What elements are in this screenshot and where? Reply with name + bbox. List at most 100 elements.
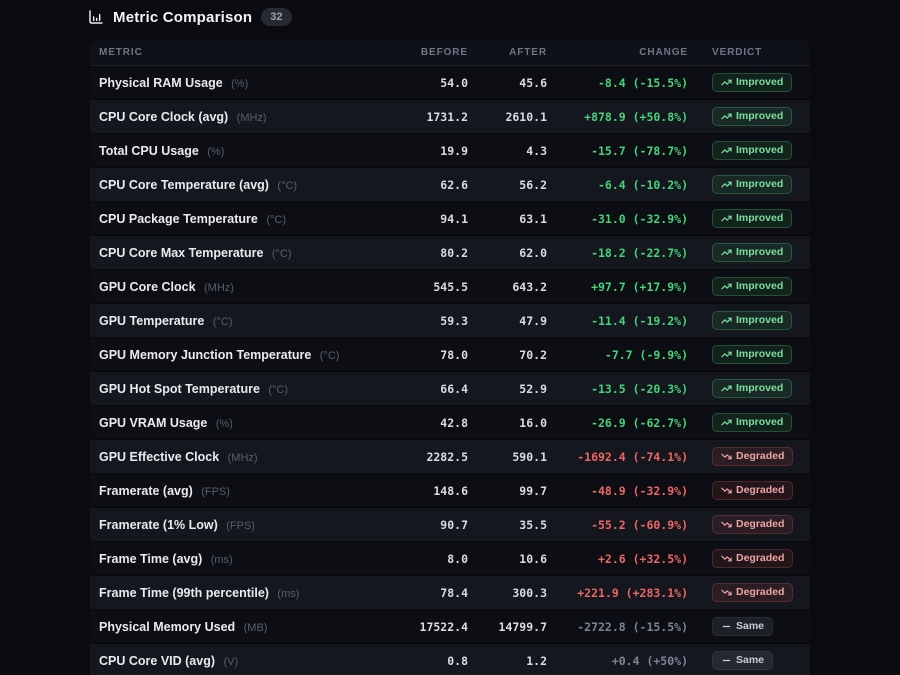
table-row[interactable]: GPU Effective Clock (MHz) 2282.5 590.1 -…: [90, 440, 810, 474]
table-row[interactable]: CPU Core VID (avg) (V) 0.8 1.2 +0.4 (+50…: [90, 644, 810, 675]
table-row[interactable]: Framerate (avg) (FPS) 148.6 99.7 -48.9 (…: [90, 474, 810, 508]
table-row[interactable]: Frame Time (99th percentile) (ms) 78.4 3…: [90, 576, 810, 610]
verdict-cell: Improved: [688, 277, 810, 297]
after-value: 52.9: [468, 382, 547, 396]
before-value: 78.0: [380, 348, 468, 362]
table-row[interactable]: Physical RAM Usage (%) 54.0 45.6 -8.4 (-…: [90, 66, 810, 100]
verdict-badge-improved[interactable]: Improved: [712, 413, 792, 432]
metric-unit: (%): [216, 418, 233, 430]
trending-up-icon: [721, 145, 732, 156]
verdict-badge-improved[interactable]: Improved: [712, 107, 792, 126]
verdict-badge-same[interactable]: Same: [712, 651, 773, 670]
table-row[interactable]: GPU Hot Spot Temperature (°C) 66.4 52.9 …: [90, 372, 810, 406]
verdict-badge-degraded[interactable]: Degraded: [712, 549, 793, 568]
trending-down-icon: [721, 553, 732, 564]
metric-unit: (%): [231, 78, 248, 90]
after-value: 47.9: [468, 314, 547, 328]
table-row[interactable]: CPU Core Clock (avg) (MHz) 1731.2 2610.1…: [90, 100, 810, 134]
change-value: -26.9 (-62.7%): [547, 416, 688, 430]
metric-name: Frame Time (99th percentile): [99, 586, 269, 600]
metric-name: CPU Core Clock (avg): [99, 110, 228, 124]
table-row[interactable]: GPU VRAM Usage (%) 42.8 16.0 -26.9 (-62.…: [90, 406, 810, 440]
metric-cell: Physical RAM Usage (%): [90, 74, 380, 92]
verdict-badge-improved[interactable]: Improved: [712, 175, 792, 194]
verdict-badge-improved[interactable]: Improved: [712, 209, 792, 228]
metric-unit: (°C): [272, 248, 292, 260]
change-value: -8.4 (-15.5%): [547, 76, 688, 90]
verdict-badge-improved[interactable]: Improved: [712, 379, 792, 398]
metric-name: GPU VRAM Usage: [99, 416, 207, 430]
verdict-badge-degraded[interactable]: Degraded: [712, 447, 793, 466]
before-value: 1731.2: [380, 110, 468, 124]
trending-up-icon: [721, 315, 732, 326]
column-header-verdict[interactable]: Verdict: [688, 47, 810, 58]
metric-cell: GPU Memory Junction Temperature (°C): [90, 346, 380, 364]
column-header-change[interactable]: Change: [547, 47, 688, 58]
metric-name: GPU Memory Junction Temperature: [99, 348, 311, 362]
after-value: 2610.1: [468, 110, 547, 124]
verdict-badge-improved[interactable]: Improved: [712, 311, 792, 330]
verdict-badge-improved[interactable]: Improved: [712, 277, 792, 296]
metric-unit: (°C): [268, 384, 288, 396]
table-row[interactable]: GPU Core Clock (MHz) 545.5 643.2 +97.7 (…: [90, 270, 810, 304]
table-row[interactable]: Framerate (1% Low) (FPS) 90.7 35.5 -55.2…: [90, 508, 810, 542]
before-value: 80.2: [380, 246, 468, 260]
table-row[interactable]: Total CPU Usage (%) 19.9 4.3 -15.7 (-78.…: [90, 134, 810, 168]
verdict-badge-degraded[interactable]: Degraded: [712, 515, 793, 534]
minus-icon: [721, 621, 732, 632]
change-value: -48.9 (-32.9%): [547, 484, 688, 498]
verdict-cell: Degraded: [688, 481, 810, 501]
after-value: 643.2: [468, 280, 547, 294]
metric-unit: (MHz): [237, 112, 267, 124]
column-header-after[interactable]: After: [468, 47, 547, 58]
table-row[interactable]: GPU Memory Junction Temperature (°C) 78.…: [90, 338, 810, 372]
after-value: 14799.7: [468, 620, 547, 634]
before-value: 148.6: [380, 484, 468, 498]
metric-unit: (MHz): [204, 282, 234, 294]
after-value: 45.6: [468, 76, 547, 90]
column-header-metric[interactable]: Metric: [90, 47, 380, 58]
after-value: 10.6: [468, 552, 547, 566]
metric-name: Framerate (1% Low): [99, 518, 218, 532]
after-value: 1.2: [468, 654, 547, 668]
metric-cell: CPU Core Temperature (avg) (°C): [90, 176, 380, 194]
verdict-cell: Improved: [688, 107, 810, 127]
verdict-label: Improved: [736, 179, 783, 190]
table-row[interactable]: Frame Time (avg) (ms) 8.0 10.6 +2.6 (+32…: [90, 542, 810, 576]
metric-unit: (FPS): [226, 520, 255, 532]
metric-name: CPU Core Max Temperature: [99, 246, 263, 260]
verdict-cell: Improved: [688, 175, 810, 195]
change-value: -2722.8 (-15.5%): [547, 620, 688, 634]
metric-name: Total CPU Usage: [99, 144, 199, 158]
metric-cell: GPU VRAM Usage (%): [90, 414, 380, 432]
verdict-badge-same[interactable]: Same: [712, 617, 773, 636]
verdict-cell: Improved: [688, 413, 810, 433]
table-row[interactable]: CPU Core Temperature (avg) (°C) 62.6 56.…: [90, 168, 810, 202]
verdict-badge-degraded[interactable]: Degraded: [712, 583, 793, 602]
table-row[interactable]: CPU Core Max Temperature (°C) 80.2 62.0 …: [90, 236, 810, 270]
verdict-cell: Improved: [688, 379, 810, 399]
verdict-badge-improved[interactable]: Improved: [712, 345, 792, 364]
table-row[interactable]: GPU Temperature (°C) 59.3 47.9 -11.4 (-1…: [90, 304, 810, 338]
after-value: 16.0: [468, 416, 547, 430]
verdict-badge-improved[interactable]: Improved: [712, 73, 792, 92]
before-value: 59.3: [380, 314, 468, 328]
table-row[interactable]: CPU Package Temperature (°C) 94.1 63.1 -…: [90, 202, 810, 236]
table-header-row: Metric Before After Change Verdict: [90, 40, 810, 66]
after-value: 590.1: [468, 450, 547, 464]
verdict-badge-degraded[interactable]: Degraded: [712, 481, 793, 500]
verdict-label: Improved: [736, 111, 783, 122]
verdict-badge-improved[interactable]: Improved: [712, 141, 792, 160]
verdict-badge-improved[interactable]: Improved: [712, 243, 792, 262]
column-header-before[interactable]: Before: [380, 47, 468, 58]
table-row[interactable]: Physical Memory Used (MB) 17522.4 14799.…: [90, 610, 810, 644]
after-value: 62.0: [468, 246, 547, 260]
change-value: -31.0 (-32.9%): [547, 212, 688, 226]
trending-down-icon: [721, 451, 732, 462]
change-value: -6.4 (-10.2%): [547, 178, 688, 192]
change-value: +878.9 (+50.8%): [547, 110, 688, 124]
after-value: 70.2: [468, 348, 547, 362]
metric-cell: CPU Package Temperature (°C): [90, 210, 380, 228]
verdict-label: Same: [736, 655, 764, 666]
before-value: 17522.4: [380, 620, 468, 634]
